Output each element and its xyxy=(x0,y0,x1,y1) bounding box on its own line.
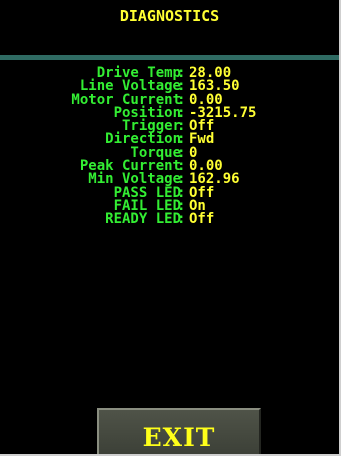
diag-colon: : xyxy=(177,211,186,228)
diagnostics-list: Drive Temp : 28.00 Line Voltage : 163.50… xyxy=(0,66,339,228)
diag-row-ready-led: READY LED : Off xyxy=(0,211,339,228)
exit-button-label: EXIT xyxy=(142,422,216,452)
header-divider xyxy=(0,55,339,60)
diag-label: READY LED xyxy=(105,211,181,228)
page-title: DIAGNOSTICS xyxy=(119,7,220,25)
exit-button[interactable]: EXIT xyxy=(97,408,261,454)
diag-value: Off xyxy=(189,211,215,228)
diagnostics-screen: DIAGNOSTICS Drive Temp : 28.00 Line Volt… xyxy=(0,0,341,456)
